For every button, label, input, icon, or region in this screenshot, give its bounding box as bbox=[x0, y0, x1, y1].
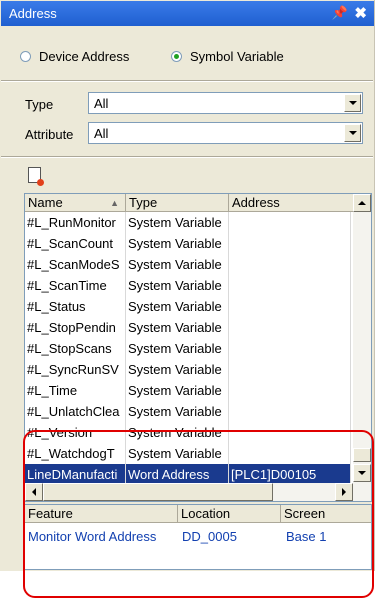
cell-address bbox=[229, 443, 351, 465]
vertical-scrollbar[interactable] bbox=[353, 194, 371, 483]
cell-address bbox=[229, 338, 351, 360]
radio-dot-icon bbox=[20, 50, 31, 62]
table-row[interactable]: #L_Version System Variable bbox=[25, 422, 351, 444]
table-row[interactable]: #L_StopScans System Variable bbox=[25, 338, 351, 360]
table-row[interactable]: #L_ScanModeS System Variable bbox=[25, 254, 351, 276]
reference-location[interactable]: DD_0005 bbox=[179, 527, 282, 547]
column-header-location[interactable]: Location bbox=[178, 505, 281, 523]
sort-asc-icon: ▲ bbox=[110, 198, 119, 208]
radio-device-address[interactable]: Device Address bbox=[20, 48, 129, 64]
type-select[interactable]: All bbox=[88, 92, 363, 114]
scroll-right-icon[interactable] bbox=[335, 483, 353, 501]
table-row[interactable]: #L_SyncRunSV System Variable bbox=[25, 359, 351, 381]
window-title: Address bbox=[9, 6, 57, 21]
radio-symbol-variable[interactable]: Symbol Variable bbox=[171, 48, 284, 64]
cell-address bbox=[229, 296, 351, 318]
attribute-label: Attribute bbox=[25, 127, 74, 142]
table-row[interactable]: #L_Time System Variable bbox=[25, 380, 351, 402]
table-row[interactable]: #L_UnlatchClea System Variable bbox=[25, 401, 351, 423]
column-header-address[interactable]: Address bbox=[229, 194, 355, 212]
reference-screen[interactable]: Base 1 bbox=[283, 527, 372, 547]
symbol-list[interactable]: Name ▲ Type Address #L_RunMonitor System … bbox=[24, 193, 372, 502]
cell-address bbox=[229, 275, 351, 297]
chevron-down-icon[interactable] bbox=[344, 94, 361, 112]
cell-type: System Variable bbox=[126, 254, 229, 276]
cell-address bbox=[229, 380, 351, 402]
cell-address bbox=[229, 212, 351, 234]
table-row[interactable]: #L_WatchdogT System Variable bbox=[25, 443, 351, 465]
type-label: Type bbox=[25, 97, 54, 112]
cell-type: System Variable bbox=[126, 317, 229, 339]
table-row[interactable]: #L_Status System Variable bbox=[25, 296, 351, 318]
title-bar[interactable]: Address 📌 ✖ bbox=[1, 1, 374, 26]
reference-list[interactable]: Feature Location Screen Monitor Word Add… bbox=[24, 504, 372, 570]
cell-name: #L_ScanCount bbox=[25, 233, 126, 255]
cell-type: System Variable bbox=[126, 359, 229, 381]
chevron-down-icon[interactable] bbox=[344, 124, 361, 142]
cell-type: System Variable bbox=[126, 443, 229, 465]
cell-address bbox=[229, 233, 351, 255]
cell-name: #L_ScanModeS bbox=[25, 254, 126, 276]
cell-address bbox=[229, 422, 351, 444]
scroll-up-icon[interactable] bbox=[353, 194, 371, 212]
cell-name: #L_Version bbox=[25, 422, 126, 444]
cell-name: #L_ScanTime bbox=[25, 275, 126, 297]
new-document-icon[interactable] bbox=[28, 167, 44, 186]
radio-label: Device Address bbox=[39, 48, 130, 64]
cell-name: #L_StopPendin bbox=[25, 317, 126, 339]
content-area: Device Address Symbol Variable Type All … bbox=[1, 26, 374, 571]
radio-label: Symbol Variable bbox=[190, 48, 284, 64]
radio-dot-icon bbox=[171, 50, 182, 62]
table-row[interactable]: #L_StopPendin System Variable bbox=[25, 317, 351, 339]
scroll-thumb[interactable] bbox=[353, 448, 371, 462]
cell-name: #L_SyncRunSV bbox=[25, 359, 126, 381]
horizontal-scrollbar[interactable] bbox=[25, 483, 371, 501]
cell-type: System Variable bbox=[126, 422, 229, 444]
attribute-value: All bbox=[94, 126, 109, 141]
cell-type: System Variable bbox=[126, 275, 229, 297]
table-row[interactable]: #L_ScanCount System Variable bbox=[25, 233, 351, 255]
pin-icon[interactable]: 📌 bbox=[332, 5, 348, 21]
cell-type: System Variable bbox=[126, 296, 229, 318]
cell-type: System Variable bbox=[126, 212, 229, 234]
scroll-thumb[interactable] bbox=[43, 483, 273, 501]
scroll-down-icon[interactable] bbox=[353, 464, 371, 482]
cell-name: #L_UnlatchClea bbox=[25, 401, 126, 423]
cell-type: System Variable bbox=[126, 380, 229, 402]
table-row[interactable]: #L_RunMonitor System Variable bbox=[25, 212, 351, 234]
cell-type: System Variable bbox=[126, 401, 229, 423]
cell-address bbox=[229, 359, 351, 381]
attribute-select[interactable]: All bbox=[88, 122, 363, 144]
column-header-feature[interactable]: Feature bbox=[25, 505, 178, 523]
divider bbox=[1, 80, 373, 82]
cell-address bbox=[229, 401, 351, 423]
table-row[interactable]: #L_ScanTime System Variable bbox=[25, 275, 351, 297]
scroll-left-icon[interactable] bbox=[25, 483, 43, 501]
cell-name: #L_StopScans bbox=[25, 338, 126, 360]
cell-name: #L_Status bbox=[25, 296, 126, 318]
close-icon[interactable]: ✖ bbox=[354, 4, 367, 22]
reference-feature[interactable]: Monitor Word Address bbox=[25, 527, 178, 547]
cell-address bbox=[229, 254, 351, 276]
column-header-type[interactable]: Type bbox=[126, 194, 229, 212]
column-header-screen[interactable]: Screen bbox=[281, 505, 371, 523]
column-header-name[interactable]: Name ▲ bbox=[25, 194, 126, 212]
cell-type: System Variable bbox=[126, 338, 229, 360]
cell-type: System Variable bbox=[126, 233, 229, 255]
cell-name: #L_RunMonitor bbox=[25, 212, 126, 234]
cell-name: #L_Time bbox=[25, 380, 126, 402]
cell-name: #L_WatchdogT bbox=[25, 443, 126, 465]
cell-address bbox=[229, 317, 351, 339]
type-value: All bbox=[94, 96, 109, 111]
divider bbox=[1, 156, 373, 158]
